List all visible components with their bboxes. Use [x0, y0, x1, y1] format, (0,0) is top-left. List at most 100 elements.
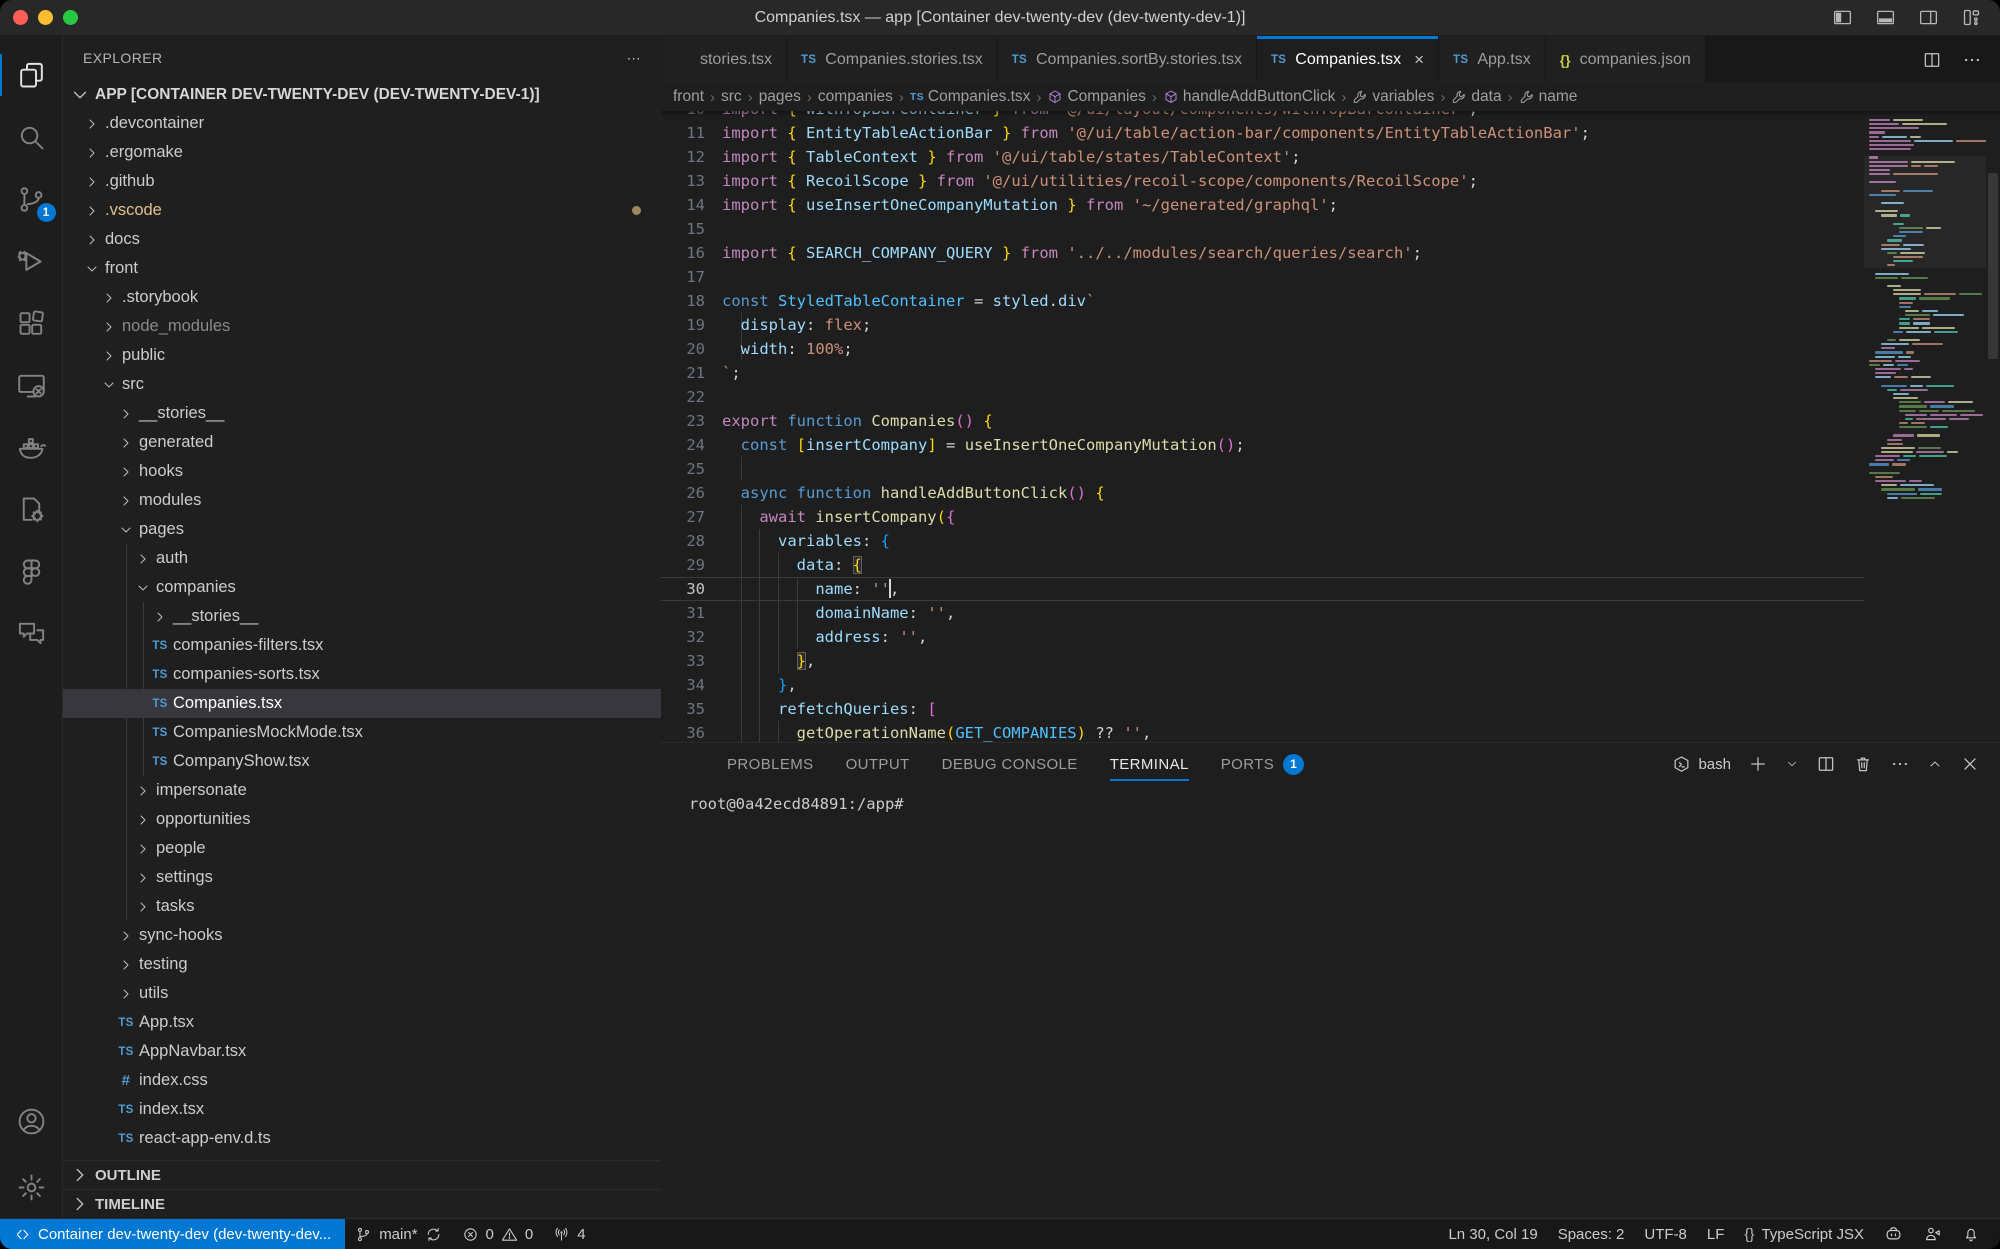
terminal-dropdown-icon[interactable] — [1785, 757, 1799, 771]
breadcrumb-Companies[interactable]: Companies — [1047, 88, 1145, 106]
panel-more-actions-icon[interactable] — [1890, 754, 1910, 774]
tree-file-AppNavbar.tsx[interactable]: TSAppNavbar.tsx — [63, 1037, 661, 1066]
toggle-sidebar-icon[interactable] — [1832, 7, 1853, 28]
close-tab-icon[interactable]: × — [1414, 50, 1424, 70]
tree-folder-front[interactable]: front — [63, 254, 661, 283]
breadcrumb-companies[interactable]: companies — [818, 88, 893, 106]
toggle-secondary-sidebar-icon[interactable] — [1918, 7, 1939, 28]
breadcrumb-data[interactable]: data — [1451, 88, 1501, 106]
new-terminal-icon[interactable] — [1748, 754, 1768, 774]
tree-folder-testing[interactable]: testing — [63, 950, 661, 979]
tree-folder-.ergomake[interactable]: .ergomake — [63, 138, 661, 167]
tree-file-companies-sorts.tsx[interactable]: TScompanies-sorts.tsx — [63, 660, 661, 689]
tree-folder-utils[interactable]: utils — [63, 979, 661, 1008]
eol-sequence[interactable]: LF — [1697, 1219, 1735, 1249]
tree-folder-.github[interactable]: .github — [63, 167, 661, 196]
tree-file-CompanyShow.tsx[interactable]: TSCompanyShow.tsx — [63, 747, 661, 776]
breadcrumb-variables[interactable]: variables — [1352, 88, 1434, 106]
activity-item-search[interactable] — [0, 106, 63, 168]
tree-folder-__stories__[interactable]: __stories__ — [63, 602, 661, 631]
copilot-status[interactable] — [1874, 1219, 1913, 1249]
terminal[interactable]: root@0a42ecd84891:/app# — [661, 785, 2000, 1218]
tree-file-companies-filters.tsx[interactable]: TScompanies-filters.tsx — [63, 631, 661, 660]
breadcrumb-src[interactable]: src — [721, 88, 742, 106]
problems-indicator[interactable]: 0 0 — [452, 1219, 544, 1249]
explorer-more-actions-icon[interactable]: ⋯ — [627, 50, 641, 67]
editor-scrollbar[interactable] — [1986, 111, 2000, 742]
minimap[interactable] — [1864, 111, 1986, 742]
activity-item-account[interactable] — [0, 1090, 63, 1152]
minimap-slider[interactable] — [1864, 156, 1986, 268]
feedback[interactable] — [1913, 1219, 1952, 1249]
scrollbar-thumb[interactable] — [1988, 173, 1998, 359]
breadcrumb-front[interactable]: front — [673, 88, 704, 106]
tree-file-App.tsx[interactable]: TSApp.tsx — [63, 1008, 661, 1037]
tree-folder-tasks[interactable]: tasks — [63, 892, 661, 921]
zoom-window-button[interactable] — [63, 10, 78, 25]
indentation[interactable]: Spaces: 2 — [1548, 1219, 1635, 1249]
close-window-button[interactable] — [13, 10, 28, 25]
tree-file-CompaniesMockMode.tsx[interactable]: TSCompaniesMockMode.tsx — [63, 718, 661, 747]
kill-terminal-icon[interactable] — [1853, 754, 1873, 774]
tree-folder-modules[interactable]: modules — [63, 486, 661, 515]
tree-folder-sync-hooks[interactable]: sync-hooks — [63, 921, 661, 950]
tree-folder-.devcontainer[interactable]: .devcontainer — [63, 109, 661, 138]
tab-Companies.sortBy.stories.tsx[interactable]: TSCompanies.sortBy.stories.tsx — [998, 36, 1257, 83]
activity-item-remote-explorer[interactable] — [0, 354, 63, 416]
tree-folder-generated[interactable]: generated — [63, 428, 661, 457]
customize-layout-icon[interactable] — [1961, 7, 1982, 28]
editor-more-actions-icon[interactable] — [1962, 50, 1982, 70]
activity-item-figma[interactable] — [0, 540, 63, 602]
activity-item-docker[interactable] — [0, 416, 63, 478]
outline-section[interactable]: OUTLINE — [63, 1160, 661, 1189]
tree-folder-__stories__[interactable]: __stories__ — [63, 399, 661, 428]
tree-file-index.tsx[interactable]: TSindex.tsx — [63, 1095, 661, 1124]
timeline-section[interactable]: TIMELINE — [63, 1189, 661, 1218]
activity-item-file-gear[interactable] — [0, 478, 63, 540]
activity-item-comments[interactable] — [0, 602, 63, 664]
panel-tab-terminal[interactable]: TERMINAL — [1110, 743, 1189, 785]
activity-item-settings[interactable] — [0, 1156, 63, 1218]
tab-companies.json[interactable]: {}companies.json — [1546, 36, 1706, 83]
panel-tab-problems[interactable]: PROBLEMS — [727, 743, 814, 785]
tree-file-Companies.tsx[interactable]: TSCompanies.tsx — [63, 689, 661, 718]
activity-item-run-debug[interactable] — [0, 230, 63, 292]
ports-indicator[interactable]: 4 — [543, 1219, 595, 1249]
explorer-section-header[interactable]: APP [CONTAINER DEV-TWENTY-DEV (DEV-TWENT… — [63, 80, 661, 109]
code-editor[interactable]: 10import { WithTopBarContainer } from '@… — [661, 111, 2000, 742]
breadcrumb-Companies.tsx[interactable]: TSCompanies.tsx — [910, 88, 1031, 106]
tab-Companies.tsx[interactable]: TSCompanies.tsx× — [1257, 36, 1439, 83]
breadcrumb-pages[interactable]: pages — [759, 88, 801, 106]
maximize-panel-icon[interactable] — [1927, 756, 1943, 772]
tab-App.tsx[interactable]: TSApp.tsx — [1439, 36, 1546, 83]
tree-folder-docs[interactable]: docs — [63, 225, 661, 254]
tree-file-index.css[interactable]: #index.css — [63, 1066, 661, 1095]
cursor-position[interactable]: Ln 30, Col 19 — [1438, 1219, 1547, 1249]
tree-file-react-app-env.d.ts[interactable]: TSreact-app-env.d.ts — [63, 1124, 661, 1153]
tree-folder-.storybook[interactable]: .storybook — [63, 283, 661, 312]
activity-item-extensions[interactable] — [0, 292, 63, 354]
tree-folder-companies[interactable]: companies — [63, 573, 661, 602]
tree-folder-people[interactable]: people — [63, 834, 661, 863]
panel-tab-output[interactable]: OUTPUT — [846, 743, 910, 785]
language-mode[interactable]: {} TypeScript JSX — [1734, 1219, 1874, 1249]
minimize-window-button[interactable] — [38, 10, 53, 25]
tree-folder-hooks[interactable]: hooks — [63, 457, 661, 486]
tree-folder-node_modules[interactable]: node_modules — [63, 312, 661, 341]
split-editor-icon[interactable] — [1922, 50, 1942, 70]
tab-Companies.stories.tsx[interactable]: TSCompanies.stories.tsx — [787, 36, 998, 83]
split-terminal-icon[interactable] — [1816, 754, 1836, 774]
tab-stories.tsx[interactable]: stories.tsx — [661, 36, 787, 83]
tree-folder-impersonate[interactable]: impersonate — [63, 776, 661, 805]
panel-tab-ports[interactable]: PORTS1 — [1221, 743, 1304, 785]
tree-folder-.vscode[interactable]: .vscode — [63, 196, 661, 225]
tree-folder-settings[interactable]: settings — [63, 863, 661, 892]
breadcrumb-name[interactable]: name — [1519, 88, 1578, 106]
activity-item-source-control[interactable]: 1 — [0, 168, 63, 230]
tree-folder-src[interactable]: src — [63, 370, 661, 399]
remote-indicator[interactable]: Container dev-twenty-dev (dev-twenty-dev… — [0, 1219, 345, 1249]
tree-folder-auth[interactable]: auth — [63, 544, 661, 573]
tree-folder-pages[interactable]: pages — [63, 515, 661, 544]
notifications[interactable] — [1952, 1219, 1990, 1249]
close-panel-icon[interactable] — [1960, 754, 1980, 774]
